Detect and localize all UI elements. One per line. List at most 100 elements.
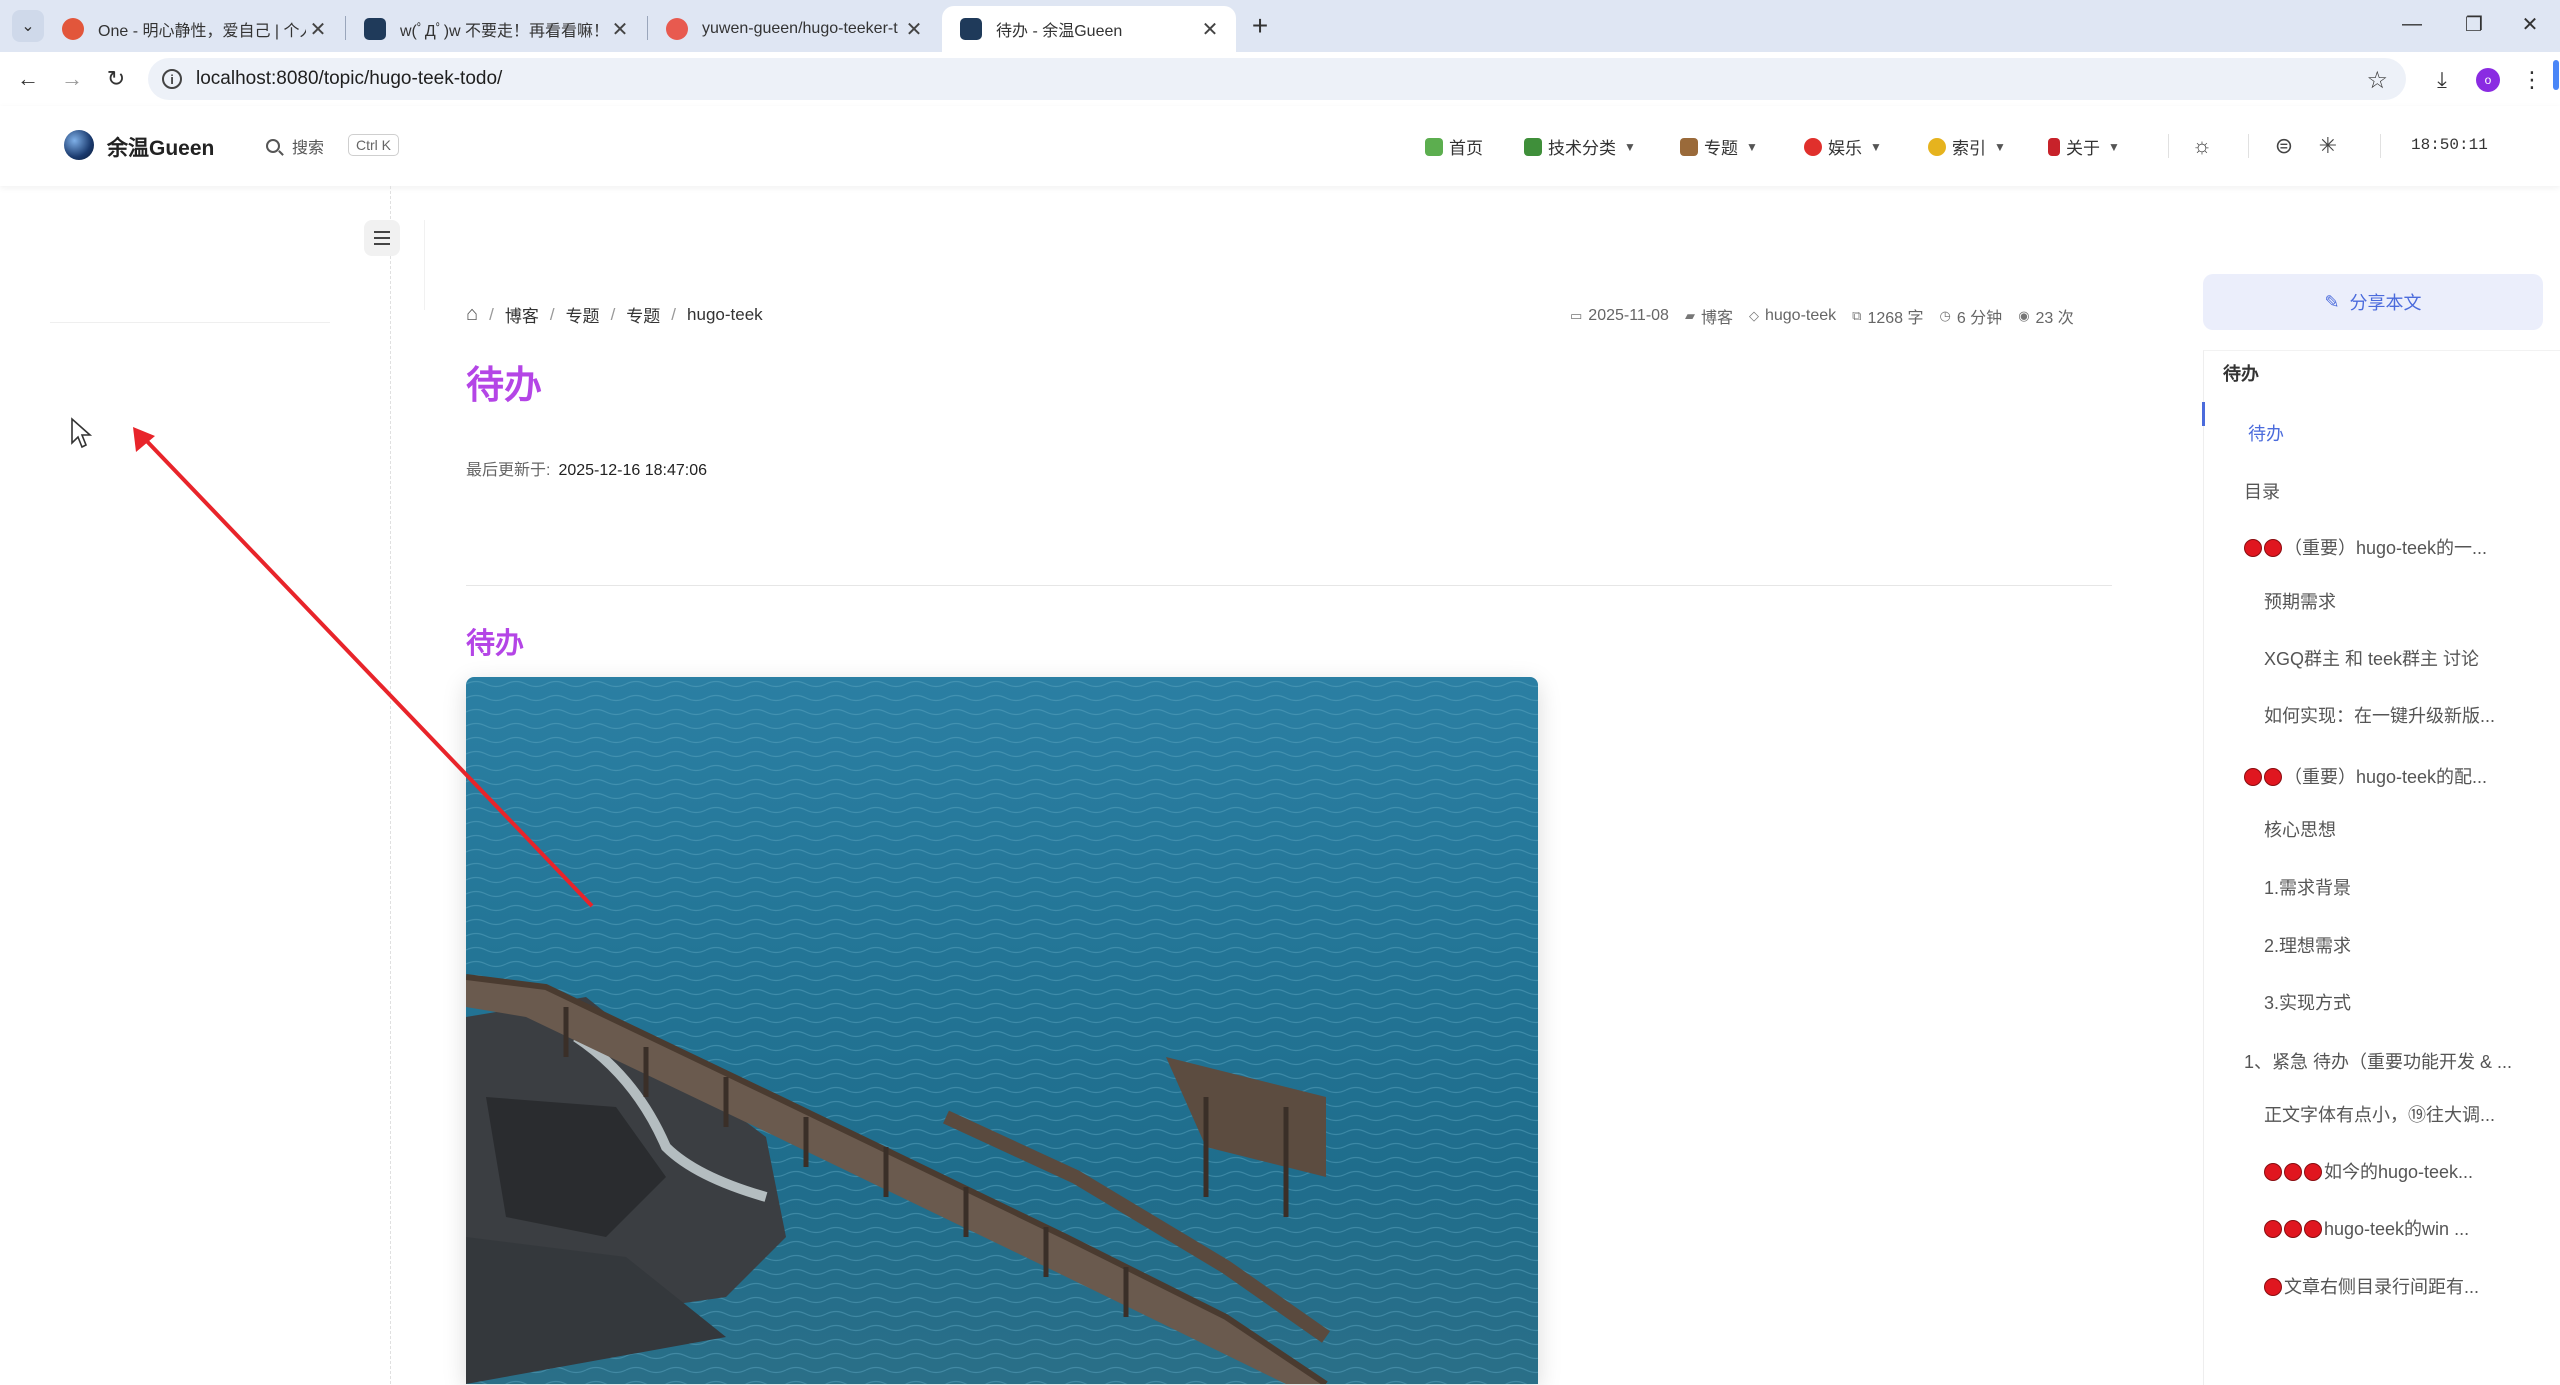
toc-item[interactable]: 如何实现：在一键升级新版... [2264, 702, 2539, 728]
close-window-button[interactable]: ✕ [2510, 6, 2550, 42]
lemon-icon [1928, 137, 1946, 156]
browser-tab[interactable]: w(ﾟДﾟ)w 不要走！再看看嘛！ ✕ [346, 6, 646, 52]
nav-index[interactable]: 索引 ▼ [1928, 134, 2006, 159]
meta-read-time: ◷ 6 分钟 [1939, 308, 2003, 327]
breadcrumb-item[interactable]: 专题 [626, 302, 660, 327]
chevron-down-icon: ▼ [1870, 139, 1882, 154]
browser-menu-icon[interactable]: ⋮ [2516, 64, 2548, 96]
download-icon[interactable]: ⤓ [2426, 64, 2458, 96]
chevron-down-icon: ▼ [1746, 139, 1758, 154]
reload-icon: ↻ [106, 66, 126, 91]
tab-favicon-icon [62, 18, 84, 40]
sun-icon[interactable]: ☼ [2188, 132, 2216, 160]
search-button[interactable]: 搜索 [266, 134, 324, 158]
toc-item[interactable]: 3.实现方式 [2264, 989, 2539, 1015]
toc-item[interactable]: 1.需求背景 [2264, 874, 2539, 900]
tab-title: w(ﾟДﾟ)w 不要走！再看看嘛！ [400, 23, 608, 40]
toc-item[interactable]: （重要）hugo-teek的配... [2244, 763, 2519, 789]
header-divider [2168, 134, 2169, 158]
meta-word-count: ⧉ 1268 字 [1852, 308, 1924, 327]
chevron-down-icon: ▼ [1624, 139, 1636, 154]
browser-tab[interactable]: yuwen-gueen/hugo-teeker-t ✕ [648, 6, 940, 52]
toc-item[interactable]: 预期需求 [2264, 588, 2539, 614]
close-tab-icon[interactable]: ✕ [902, 17, 926, 42]
article-divider [466, 585, 2112, 586]
toc-item[interactable]: 文章右侧目录行间距有... [2264, 1273, 2539, 1299]
nav-about[interactable]: 关于 ▼ [2048, 134, 2120, 159]
toc-item[interactable]: 2.理想需求 [2264, 932, 2539, 958]
address-bar[interactable]: i localhost:8080/topic/hugo-teek-todo/ ☆ [148, 58, 2406, 100]
meta-category[interactable]: ▰ 博客 [1685, 304, 1733, 328]
bookmark-star-icon[interactable]: ☆ [2366, 66, 2388, 95]
tag-icon: ◇ [1748, 308, 1759, 323]
eye-icon: ◉ [2018, 308, 2030, 323]
meta-tag[interactable]: ◇ hugo-teek [1749, 307, 1836, 325]
browser-tab[interactable]: One - 明心静性，爱自己 | 个人 ✕ [44, 6, 344, 52]
nav-topics[interactable]: 专题 ▼ [1680, 134, 1758, 159]
toc-item[interactable]: 1、紧急 待办（重要功能开发 & ... [2244, 1048, 2519, 1074]
toc-item[interactable]: 待办 [2248, 420, 2523, 446]
breadcrumb: ⌂ / 博客 / 专题 / 专题 / hugo-teek [466, 302, 763, 327]
browser-toolbar: ← → ↻ i localhost:8080/topic/hugo-teek-t… [0, 52, 2560, 107]
toc-item[interactable]: 核心思想 [2264, 816, 2539, 842]
minimize-button[interactable]: — [2392, 6, 2432, 42]
browser-tab-strip: ⌄ One - 明心静性，爱自己 | 个人 ✕ w(ﾟДﾟ)w 不要走！再看看嘛… [0, 0, 2560, 52]
site-logo[interactable] [64, 130, 94, 160]
nav-entertainment[interactable]: 娱乐 ▼ [1804, 134, 1882, 159]
tab-favicon-icon [960, 18, 982, 40]
clock-icon: ◷ [1939, 308, 1951, 323]
browser-tab-active[interactable]: 待办 - 余温Gueen ✕ [942, 6, 1236, 52]
restore-button[interactable]: ❐ [2454, 6, 2494, 42]
close-tab-icon[interactable]: ✕ [1198, 17, 1222, 42]
tab-search-button[interactable]: ⌄ [12, 10, 44, 42]
tab-favicon-icon [364, 18, 386, 40]
article-meta: ▭ 2025-11-08 ▰ 博客 ◇ hugo-teek ⧉ 1268 字 ◷ 6 分钟… [1570, 304, 2090, 328]
toc-item[interactable]: （重要）hugo-teek的一... [2244, 534, 2519, 560]
nav-home[interactable]: 首页 [1425, 134, 1483, 159]
sidebar-toggle-button[interactable] [364, 220, 400, 256]
close-tab-icon[interactable]: ✕ [306, 17, 330, 42]
breadcrumb-item[interactable]: 专题 [566, 302, 600, 327]
tab-favicon-icon [666, 18, 688, 40]
github-icon[interactable]: ⊜ [2270, 132, 2298, 160]
url-text[interactable]: localhost:8080/topic/hugo-teek-todo/ [196, 68, 502, 90]
section-heading: 待办 [466, 628, 525, 660]
toc-item[interactable]: hugo-teek的win ... [2264, 1215, 2539, 1241]
search-icon [266, 139, 280, 153]
toc-item[interactable]: 目录 [2244, 478, 2519, 504]
profile-avatar[interactable]: o [2476, 68, 2500, 92]
site-info-icon[interactable]: i [162, 69, 182, 89]
meta-date: ▭ 2025-11-08 [1570, 307, 1669, 324]
toc-item[interactable]: 如今的hugo-teek... [2264, 1158, 2539, 1184]
toc-item[interactable]: 正文字体有点小，⑲往大调... [2264, 1101, 2539, 1127]
book-icon [1524, 137, 1542, 156]
back-button[interactable]: ← [12, 63, 44, 95]
new-tab-button[interactable]: + [1244, 10, 1276, 42]
tab-title: 待办 - 余温Gueen [996, 23, 1123, 40]
chevron-down-icon: ⌄ [21, 18, 35, 35]
theme-toggle-icon[interactable]: ✳ [2314, 132, 2342, 160]
pier-photo [466, 677, 1538, 1384]
header-divider [2248, 134, 2249, 158]
close-tab-icon[interactable]: ✕ [608, 17, 632, 42]
tab-title: yuwen-gueen/hugo-teeker-t [702, 20, 898, 37]
page-scrollbar-indicator[interactable] [2553, 60, 2559, 90]
breadcrumb-item[interactable]: 博客 [505, 302, 539, 327]
breadcrumb-item[interactable]: hugo-teek [687, 305, 763, 325]
forward-button[interactable]: → [56, 63, 88, 95]
mouse-cursor-icon [71, 417, 93, 449]
toc-item[interactable]: XGQ群主 和 teek群主 讨论 [2264, 645, 2539, 671]
arrow-left-icon: ← [17, 66, 39, 91]
article-image [466, 677, 1538, 1384]
tab-title: One - 明心静性，爱自己 | 个人 [98, 23, 306, 40]
calendar-icon: ▭ [1570, 308, 1583, 323]
site-name[interactable]: 余温Gueen [107, 132, 214, 162]
search-shortcut-badge: Ctrl K [348, 134, 399, 156]
home-icon[interactable]: ⌂ [466, 303, 478, 326]
search-label: 搜索 [292, 140, 325, 157]
reload-button[interactable]: ↻ [100, 63, 132, 95]
sidebar-divider [50, 322, 330, 323]
share-article-button[interactable]: ✎ 分享本文 [2203, 274, 2543, 330]
nav-tech-categories[interactable]: 技术分类 ▼ [1524, 134, 1636, 159]
last-updated: 最后更新于: 2025-12-16 18:47:06 [466, 462, 708, 479]
